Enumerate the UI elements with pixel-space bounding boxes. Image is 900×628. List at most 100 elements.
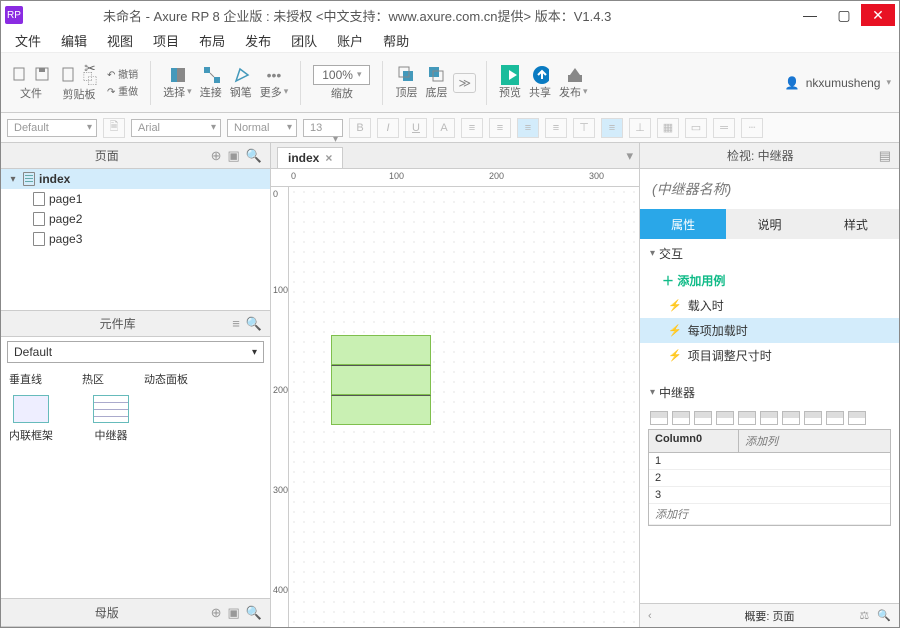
lib-menu-icon[interactable]: ≡ [232,316,240,331]
menu-project[interactable]: 项目 [143,29,189,52]
style-select[interactable]: Default [7,119,97,137]
repeater-row[interactable] [331,395,431,425]
connect-icon[interactable] [202,66,220,84]
collapse-icon[interactable]: ▾ [7,173,19,185]
menu-file[interactable]: 文件 [5,29,51,52]
menu-view[interactable]: 视图 [97,29,143,52]
size-select[interactable]: 13 [303,119,343,137]
overflow-button[interactable]: ≫ [453,73,476,93]
text-color-button[interactable]: A [433,118,455,138]
add-row[interactable]: 添加行 [649,504,890,525]
bold-button[interactable]: B [349,118,371,138]
align-center-button[interactable]: ≡ [517,118,539,138]
weight-select[interactable]: Normal [227,119,297,137]
paste-icon[interactable] [59,65,77,83]
align-right-button[interactable]: ≡ [545,118,567,138]
undo-button[interactable]: ↶ 撤销 [107,66,138,81]
filter-icon[interactable]: ⚖ [859,609,869,622]
rep-tb-btn[interactable] [738,411,756,425]
more-icon[interactable]: ••• [265,66,283,84]
bring-front-icon[interactable] [397,66,415,84]
add-folder-icon[interactable]: ▣ [228,148,240,164]
underline-button[interactable]: U [405,118,427,138]
align-left-button[interactable]: ≡ [489,118,511,138]
valign-mid-button[interactable]: ≡ [601,118,623,138]
pen-icon[interactable] [232,66,250,84]
add-master-icon[interactable]: ⊕ [211,605,222,621]
widget-vline[interactable]: 垂直线 [9,371,42,387]
select-icon[interactable] [168,66,186,84]
save-icon[interactable] [33,65,51,83]
close-button[interactable]: ✕ [861,4,895,26]
add-page-icon[interactable]: ⊕ [211,148,222,164]
search-icon[interactable]: 🔍 [246,148,262,164]
menu-edit[interactable]: 编辑 [51,29,97,52]
line-color-button[interactable]: ▭ [685,118,707,138]
widget-iframe[interactable]: 内联框架 [9,395,53,443]
tab-style[interactable]: 样式 [813,209,899,239]
search-icon[interactable]: 🔍 [246,605,262,621]
line-style-button[interactable]: ┈ [741,118,763,138]
share-icon[interactable] [531,66,549,84]
rep-tb-btn[interactable] [716,411,734,425]
close-tab-icon[interactable]: × [325,151,332,165]
new-icon[interactable] [11,65,29,83]
rep-tb-btn[interactable] [804,411,822,425]
user-menu[interactable]: 👤 nkxumusheng ▾ [785,76,891,90]
event-onload[interactable]: ⚡载入时 [640,293,899,318]
inspector-settings-icon[interactable]: ▤ [879,148,891,164]
copy-icon[interactable]: ⿻ [81,74,99,84]
rep-tb-btn[interactable] [826,411,844,425]
widget-hotspot[interactable]: 热区 [82,371,104,387]
widget-repeater[interactable]: 中继器 [93,395,129,443]
add-case-button[interactable]: ＋ 添加用例 [640,268,899,293]
widget-name-input[interactable]: (中继器名称) [640,169,899,209]
valign-top-button[interactable]: ⊤ [573,118,595,138]
repeater-widget[interactable] [331,335,431,425]
event-item-load[interactable]: ⚡每项加载时 [640,318,899,343]
menu-layout[interactable]: 布局 [189,29,235,52]
add-folder-icon[interactable]: ▣ [228,605,240,621]
tab-index[interactable]: index × [277,147,343,168]
tab-notes[interactable]: 说明 [726,209,812,239]
repeater-row[interactable] [331,335,431,365]
zoom-select[interactable]: 100%▾ [313,65,370,85]
page-row-page1[interactable]: page1 [1,189,270,209]
rep-tb-btn[interactable] [650,411,668,425]
valign-bottom-button[interactable]: ⊥ [629,118,651,138]
preview-icon[interactable] [501,66,519,84]
font-select[interactable]: Arial [131,119,221,137]
page-row-index[interactable]: ▾ index [1,169,270,189]
italic-button[interactable]: I [377,118,399,138]
widget-dynamic-panel[interactable]: 动态面板 [144,371,188,387]
column-header[interactable]: Column0 [649,430,739,452]
table-row[interactable]: 3 [649,487,890,504]
minimize-button[interactable]: — [793,4,827,26]
rep-tb-btn[interactable] [782,411,800,425]
page-row-page3[interactable]: page3 [1,229,270,249]
library-select[interactable]: Default▾ [7,341,264,363]
repeater-row[interactable] [331,365,431,395]
rep-tb-btn[interactable] [760,411,778,425]
add-column[interactable]: 添加列 [739,430,784,452]
redo-button[interactable]: ↷ 重做 [107,83,138,98]
publish-icon[interactable] [564,66,582,84]
search-icon[interactable]: 🔍 [877,609,891,622]
rep-tb-btn[interactable] [694,411,712,425]
rep-tb-btn[interactable] [848,411,866,425]
event-item-resize[interactable]: ⚡项目调整尺寸时 [640,343,899,368]
rep-tb-btn[interactable] [672,411,690,425]
send-back-icon[interactable] [427,66,445,84]
tab-properties[interactable]: 属性 [640,209,726,239]
section-repeater[interactable]: 中继器 [640,378,899,407]
canvas[interactable] [289,187,639,627]
menu-help[interactable]: 帮助 [373,29,419,52]
menu-publish[interactable]: 发布 [235,29,281,52]
menu-account[interactable]: 账户 [327,29,373,52]
chevron-left-icon[interactable]: ‹ [648,610,652,622]
page-row-page2[interactable]: page2 [1,209,270,229]
bullet-button[interactable]: ≡ [461,118,483,138]
menu-team[interactable]: 团队 [281,29,327,52]
fill-color-button[interactable]: ▦ [657,118,679,138]
search-icon[interactable]: 🔍 [246,316,262,332]
